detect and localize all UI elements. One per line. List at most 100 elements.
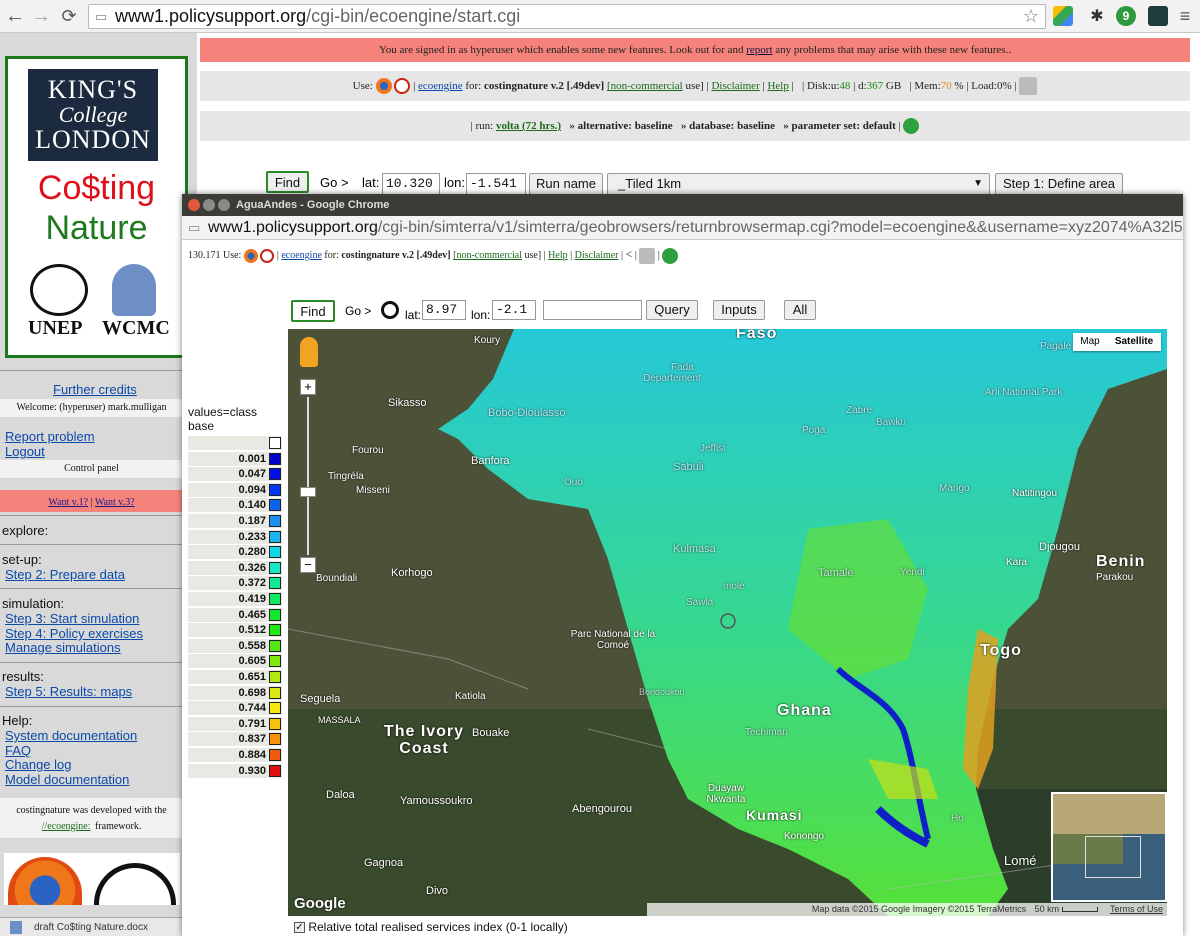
map-label: Techiman	[745, 727, 788, 738]
map-label: Parakou	[1096, 572, 1134, 583]
chevron-down-icon: ▼	[973, 178, 983, 189]
wcmc-label: WCMC	[102, 317, 170, 339]
popup-help-link[interactable]: Help	[548, 250, 567, 261]
noncommercial-link[interactable]: [non-commercial	[607, 80, 683, 92]
popup-address-bar[interactable]: ▭ www1.policysupport.org/cgi-bin/simterr…	[182, 216, 1183, 240]
define-area-button[interactable]: Step 1: Define area	[995, 173, 1123, 195]
terms-link[interactable]: Terms of Use	[1110, 904, 1163, 914]
address-bar[interactable]: ▭ www1.policysupport.org/cgi-bin/ecoengi…	[88, 4, 1046, 29]
notice-report-link[interactable]: report	[746, 44, 772, 56]
close-window-icon[interactable]	[188, 199, 200, 211]
model-documentation-link[interactable]: Model documentation	[5, 772, 129, 787]
run-link[interactable]: volta (72 hrs.)	[496, 120, 561, 132]
zoom-slider-handle[interactable]	[300, 487, 316, 497]
find-button[interactable]: Find	[266, 171, 309, 193]
drive-icon[interactable]	[1053, 6, 1073, 26]
system-documentation-link[interactable]: System documentation	[5, 728, 137, 743]
map-label: Djougou	[1039, 541, 1080, 553]
reload-icon[interactable]: ⟳	[58, 5, 80, 27]
menu-icon[interactable]: ≡	[1174, 5, 1196, 27]
forward-arrow-icon[interactable]: →	[30, 5, 52, 27]
ecoengine-link[interactable]: //ecoengine:	[42, 821, 91, 832]
extension-icon[interactable]	[1148, 6, 1168, 26]
no-wifi-icon[interactable]	[260, 248, 275, 263]
firefox-icon[interactable]	[375, 78, 392, 95]
legend-row: 0.791	[188, 716, 282, 731]
map-label: Mango	[939, 483, 970, 494]
disclaimer-link[interactable]: Disclaimer	[711, 80, 759, 92]
lat-input[interactable]: 10.320	[382, 173, 440, 195]
evernote-icon[interactable]: 9	[1116, 6, 1136, 26]
maximize-window-icon[interactable]	[218, 199, 230, 211]
gps-target-icon[interactable]	[381, 301, 399, 319]
step3-link[interactable]: Step 3: Start simulation	[5, 611, 139, 626]
bookmark-star-icon[interactable]: ☆	[1023, 5, 1039, 28]
report-problem-link[interactable]: Report problem	[5, 429, 95, 444]
change-log-link[interactable]: Change log	[5, 757, 72, 772]
control-panel-button[interactable]: Control panel	[0, 460, 183, 478]
popup-find-button[interactable]: Find	[291, 300, 335, 322]
logout-link[interactable]: Logout	[5, 444, 45, 459]
divider	[0, 544, 183, 545]
further-credits-link[interactable]: Further credits	[53, 382, 137, 397]
popup-disclaimer-link[interactable]: Disclaimer	[575, 250, 619, 261]
zoom-in-icon[interactable]: +	[300, 379, 316, 395]
all-button[interactable]: All	[784, 300, 816, 320]
legend-value: 0.791	[238, 717, 266, 730]
want-v3-link[interactable]: Want v.3?	[95, 497, 135, 508]
popup-noncommercial-link[interactable]: [non-commercial	[453, 250, 522, 261]
bug-icon[interactable]: ✱	[1087, 6, 1107, 26]
popup-lat-input[interactable]: 8.97	[422, 300, 466, 320]
url-host: www1.policysupport.org	[115, 6, 307, 26]
want-v1-link[interactable]: Want v.1?	[48, 497, 88, 508]
share-icon[interactable]: <	[626, 247, 633, 261]
layer-checkbox[interactable]: ✓	[294, 922, 305, 934]
popup-title-text: AguaAndes - Google Chrome	[236, 199, 390, 211]
percent-unit: %	[954, 80, 964, 92]
legend-row: 0.744	[188, 701, 282, 716]
inputs-button[interactable]: Inputs	[713, 300, 765, 320]
zoom-out-icon[interactable]: −	[300, 557, 316, 573]
refresh-icon[interactable]	[903, 118, 920, 135]
results-heading: results:	[2, 669, 44, 684]
popup-search-input[interactable]	[543, 300, 642, 320]
manage-simulations-link[interactable]: Manage simulations	[5, 640, 121, 655]
map-label: Boundiali	[316, 573, 358, 584]
map-attribution: Map data ©2015 Google Imagery ©2015 Terr…	[647, 903, 1167, 916]
popup-url-path: /cgi-bin/simterra/v1/simterra/geobrowser…	[377, 219, 1183, 236]
back-arrow-icon[interactable]: ←	[4, 5, 26, 27]
map-label: Natitingou	[1012, 488, 1058, 499]
step2-link[interactable]: Step 2: Prepare data	[5, 567, 125, 582]
map-view[interactable]: Faso Koury Sikasso Bobo-Dioulasso Fada D…	[288, 329, 1167, 916]
legend-row: 0.001	[188, 451, 282, 466]
tile-select[interactable]: _Tiled 1km ▼	[607, 173, 990, 195]
legend-value: 0.884	[238, 749, 266, 761]
map-label: Fada	[671, 362, 694, 373]
map-type-map-button[interactable]: Map	[1073, 333, 1107, 351]
no-wifi-icon[interactable]	[394, 78, 411, 95]
zoom-slider-track[interactable]	[307, 397, 309, 555]
tool-icon[interactable]	[1019, 77, 1038, 96]
pegman-icon[interactable]	[300, 337, 318, 367]
overview-map[interactable]	[1051, 792, 1167, 902]
run-label: run:	[475, 120, 494, 132]
ecoengine-link[interactable]: ecoengine	[418, 80, 463, 92]
step4-link[interactable]: Step 4: Policy exercises	[5, 626, 143, 641]
taskbar-item[interactable]: draft Co$ting Nature.docx	[0, 917, 185, 936]
minimize-window-icon[interactable]	[203, 199, 215, 211]
popup-ecoengine-link[interactable]: ecoengine	[281, 250, 322, 261]
refresh-icon[interactable]	[662, 247, 679, 264]
firefox-icon[interactable]	[243, 248, 258, 263]
popup-lon-input[interactable]: -2.1	[492, 300, 536, 320]
map-label: Misseni	[356, 485, 390, 496]
tool-icon[interactable]	[639, 247, 656, 264]
help-link[interactable]: Help	[767, 80, 788, 92]
run-name-button[interactable]: Run name	[529, 173, 603, 195]
lon-input[interactable]: -1.541	[466, 173, 526, 195]
map-type-satellite-button[interactable]: Satellite	[1107, 333, 1161, 351]
faq-link[interactable]: FAQ	[5, 743, 31, 758]
map-label: Abengourou	[572, 803, 632, 815]
step5-link[interactable]: Step 5: Results: maps	[5, 684, 132, 699]
query-button[interactable]: Query	[646, 300, 698, 320]
overview-viewport[interactable]	[1085, 836, 1141, 878]
